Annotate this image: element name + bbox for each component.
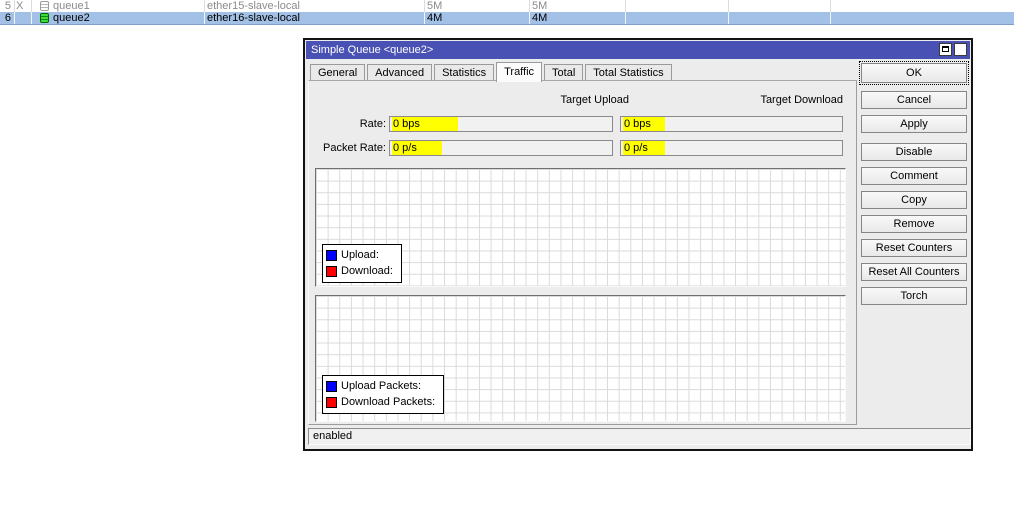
traffic-tab-page: Target Upload Target Download Rate: 0 bp… — [308, 80, 857, 425]
tab-statistics[interactable]: Statistics — [434, 64, 495, 81]
packet-rate-upload-field: 0 p/s — [389, 140, 613, 156]
rate-label: Rate: — [359, 118, 386, 130]
dialog-titlebar[interactable]: Simple Queue <queue2> ✕ — [306, 41, 970, 59]
target-download-header: Target Download — [760, 94, 843, 106]
packet-traffic-graph: Upload Packets: Download Packets: — [315, 295, 846, 422]
comment-button[interactable]: Comment — [861, 167, 967, 185]
packet-rate-download-value: 0 p/s — [623, 141, 665, 155]
maximize-icon — [942, 46, 949, 52]
packet-rate-label: Packet Rate: — [323, 142, 386, 154]
reset-counters-button[interactable]: Reset Counters — [861, 239, 967, 257]
max-upload-limit: 5M — [427, 0, 443, 12]
rate-download-value: 0 bps — [623, 117, 665, 131]
download-packets-legend-swatch — [326, 396, 337, 408]
queue-row-disabled[interactable]: 5 X queue1 ether15-slave-local 5M 5M — [0, 0, 1025, 12]
upload-legend-swatch — [326, 249, 337, 261]
packet-graph-legend: Upload Packets: Download Packets: — [322, 375, 445, 414]
tab-total-statistics[interactable]: Total Statistics — [585, 64, 672, 81]
tab-advanced[interactable]: Advanced — [367, 64, 433, 81]
close-icon: ✕ — [956, 44, 965, 54]
upload-legend-label: Upload: — [341, 249, 379, 261]
row-number: 6 — [4, 12, 11, 24]
max-download-limit: 4M — [532, 12, 548, 24]
tab-total[interactable]: Total — [544, 64, 584, 81]
torch-button[interactable]: Torch — [861, 287, 967, 305]
simple-queue-dialog: Simple Queue <queue2> ✕ General Advanced… — [303, 38, 973, 451]
upload-packets-legend-swatch — [326, 380, 337, 392]
tab-traffic[interactable]: Traffic — [496, 62, 543, 82]
rate-graph-legend: Upload: Download: — [322, 244, 402, 283]
cancel-button[interactable]: Cancel — [861, 91, 967, 109]
disabled-flag: X — [16, 0, 24, 12]
rate-upload-value: 0 bps — [392, 117, 458, 131]
ok-button[interactable]: OK — [859, 61, 969, 85]
upload-packets-legend-label: Upload Packets: — [341, 380, 422, 392]
tab-general[interactable]: General — [310, 64, 366, 81]
queue-target: ether15-slave-local — [207, 0, 300, 12]
dialog-button-column: OK Cancel Apply Disable Comment Copy Rem… — [859, 61, 969, 311]
apply-button[interactable]: Apply — [861, 115, 967, 133]
packet-rate-upload-value: 0 p/s — [392, 141, 442, 155]
status-text: enabled — [313, 430, 353, 442]
download-packets-legend-label: Download Packets: — [341, 396, 436, 408]
rate-traffic-graph: Upload: Download: — [315, 168, 846, 287]
queue-name: queue1 — [53, 0, 90, 12]
dialog-status-bar: enabled — [308, 428, 971, 445]
target-upload-header: Target Upload — [560, 94, 630, 106]
queue-name: queue2 — [53, 12, 90, 24]
rate-download-field: 0 bps — [620, 116, 843, 132]
reset-all-counters-button[interactable]: Reset All Counters — [861, 263, 967, 281]
row-number: 5 — [4, 0, 11, 12]
remove-button[interactable]: Remove — [861, 215, 967, 233]
disable-button[interactable]: Disable — [861, 143, 967, 161]
queue-icon — [40, 13, 49, 23]
queue-icon — [40, 1, 49, 11]
dialog-title: Simple Queue <queue2> — [311, 44, 434, 56]
max-upload-limit: 4M — [427, 12, 443, 24]
rate-upload-field: 0 bps — [389, 116, 613, 132]
queue-row-selected[interactable]: 6 queue2 ether16-slave-local 4M 4M — [0, 12, 1014, 25]
copy-button[interactable]: Copy — [861, 191, 967, 209]
dialog-tab-bar: General Advanced Statistics Traffic Tota… — [310, 61, 674, 82]
queue-target: ether16-slave-local — [207, 12, 300, 24]
download-legend-swatch — [326, 265, 337, 277]
maximize-button[interactable] — [939, 43, 952, 56]
close-button[interactable]: ✕ — [954, 43, 967, 56]
max-download-limit: 5M — [532, 0, 548, 12]
download-legend-label: Download: — [341, 265, 393, 277]
packet-rate-download-field: 0 p/s — [620, 140, 843, 156]
